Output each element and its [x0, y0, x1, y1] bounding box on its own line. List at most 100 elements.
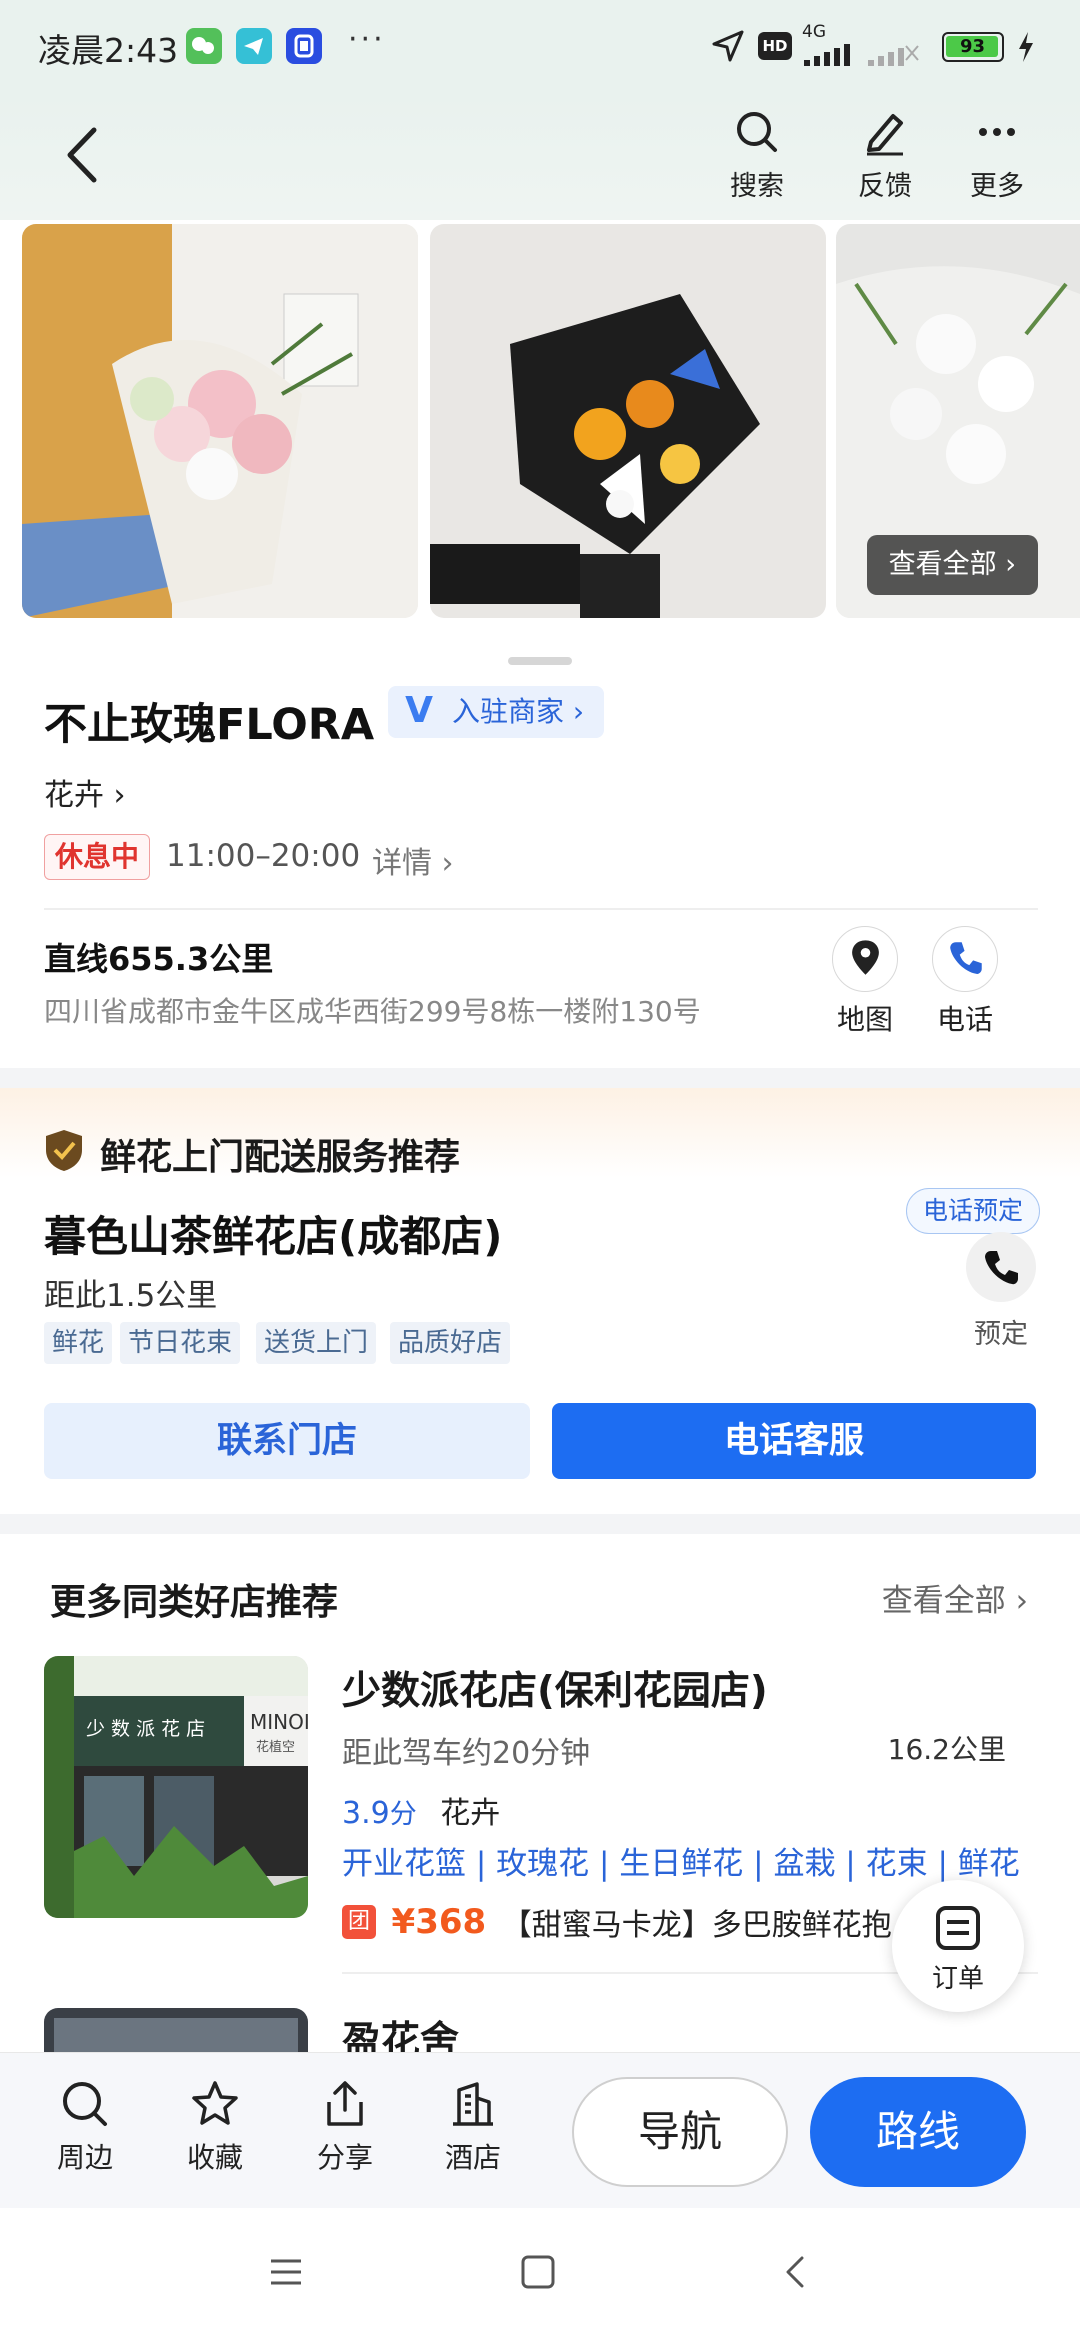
phone-icon [985, 1251, 1018, 1285]
shop-tag: 品质好店 [390, 1322, 511, 1364]
wechat-icon [186, 28, 222, 64]
app-notification-icon [286, 28, 322, 64]
recommend-title: 鲜花上门配送服务推荐 [100, 1137, 461, 1178]
telegram-icon [236, 28, 272, 64]
favorite-button[interactable]: 收藏 [160, 2078, 270, 2176]
view-all-photos-button[interactable]: 查看全部 › [866, 535, 1038, 595]
map-pin-icon [832, 926, 898, 992]
recommended-shop-distance: 距此1.5公里 [44, 1278, 218, 1314]
shop-thumbnail[interactable] [44, 2008, 308, 2052]
shop-tag: 送货上门 [256, 1322, 377, 1364]
place-address: 四川省成都市金牛区成华西街299号8栋一楼附130号 [44, 995, 701, 1028]
thumbnail-logo: MINOI [250, 1710, 308, 1734]
back-button[interactable] [58, 122, 108, 188]
shield-check-icon [44, 1128, 84, 1176]
search-icon [737, 112, 777, 152]
divider [44, 908, 1038, 910]
search-label: 搜索 [730, 171, 784, 202]
place-category[interactable]: 花卉 › [44, 770, 126, 814]
book-phone-button[interactable] [966, 1232, 1036, 1302]
hotel-building-icon [453, 2082, 493, 2126]
more-label: 更多 [970, 171, 1024, 202]
map-label: 地图 [836, 1003, 893, 1036]
menu-icon[interactable] [268, 2254, 304, 2294]
shop-tags: 开业花篮 | 玫瑰花 | 生日鲜花 | 盆栽 | 花束 | 鲜花 [342, 1846, 1020, 1882]
order-label: 订单 [931, 1964, 984, 1994]
shop-photo-2[interactable] [430, 224, 826, 618]
feedback-button[interactable]: 反馈 [840, 108, 930, 203]
navigate-button[interactable]: 导航 [572, 2077, 788, 2187]
charging-icon [1016, 30, 1036, 68]
verified-v-icon: V [405, 690, 433, 731]
star-icon [192, 2081, 238, 2125]
shop-drive-time: 距此驾车约20分钟 [342, 1736, 591, 1771]
straight-distance: 直线655.3公里 [44, 940, 274, 978]
phone-label: 电话 [936, 1003, 993, 1036]
shop-rating: 3.9分 花卉 [342, 1788, 500, 1832]
section-gap [0, 1068, 1080, 1088]
contact-store-button[interactable]: 联系门店 [44, 1403, 530, 1479]
hotel-button[interactable]: 酒店 [418, 2078, 528, 2176]
verified-label: 入驻商家 › [452, 695, 585, 728]
phone-icon [932, 926, 998, 992]
deal-price: ¥368 [391, 1902, 487, 1942]
drag-handle[interactable] [508, 657, 572, 665]
more-button[interactable]: 更多 [952, 108, 1042, 203]
thumbnail-logo-sub: 花植空 [256, 1740, 296, 1755]
more-shops-view-all[interactable]: 查看全部 › [882, 1575, 1028, 1620]
nearby-button[interactable]: 周边 [30, 2078, 140, 2176]
deal-title: 【甜蜜马卡龙】多巴胺鲜花抱 [501, 1908, 892, 1943]
share-button[interactable]: 分享 [290, 2078, 400, 2176]
map-button[interactable]: 地图 [832, 926, 898, 1038]
hotel-label: 酒店 [444, 2141, 501, 2174]
shop-tag: 节日花束 [120, 1322, 241, 1364]
place-name: 不止玫瑰FLORA [44, 700, 375, 750]
phone-button[interactable]: 电话 [932, 926, 998, 1038]
more-shops-title: 更多同类好店推荐 [50, 1582, 339, 1623]
nearby-label: 周边 [56, 2141, 113, 2174]
verified-merchant-badge[interactable]: V 入驻商家 › [388, 686, 605, 738]
network-type: 4G [802, 22, 826, 42]
pencil-icon [867, 114, 903, 156]
phone-booking-badge: 电话预定 [906, 1188, 1041, 1234]
share-label: 分享 [316, 2141, 373, 2174]
back-arrow-icon [67, 127, 97, 183]
hd-icon: HD [758, 32, 792, 60]
shop-name[interactable]: 盈花舍 [342, 2010, 459, 2052]
recommended-shop-name[interactable]: 暮色山茶鲜花店(成都店) [44, 1203, 502, 1264]
hours-detail-link[interactable]: 详情 › [372, 838, 454, 882]
favorite-label: 收藏 [186, 2141, 243, 2174]
share-icon [327, 2081, 363, 2126]
status-time: 凌晨2:43 [38, 31, 179, 70]
rating-unit: 分 [389, 1799, 417, 1830]
more-dots-icon [979, 128, 1015, 136]
shop-deal[interactable]: 团 ¥368 【甜蜜马卡龙】多巴胺鲜花抱 [342, 1900, 892, 1944]
feedback-label: 反馈 [858, 171, 912, 202]
shop-thumbnail[interactable]: 少 数 派 花 店 MINOI 花植空 [44, 1656, 308, 1918]
shop-distance: 16.2公里 [887, 1733, 1006, 1766]
opening-hours: 11:00–20:00 [166, 838, 361, 874]
status-badge: 休息中 [44, 834, 151, 880]
phone-service-button[interactable]: 电话客服 [552, 1403, 1036, 1479]
order-float-button[interactable]: 订单 [892, 1880, 1024, 2012]
thumbnail-sign: 少 数 派 花 店 [86, 1718, 206, 1740]
book-label: 预定 [974, 1319, 1028, 1350]
battery-level: 93 [959, 36, 986, 57]
home-square-icon[interactable] [520, 2254, 556, 2294]
location-arrow-icon [710, 28, 746, 68]
shop-name[interactable]: 少数派花店(保利花园店) [342, 1660, 768, 1716]
group-deal-icon: 团 [342, 1905, 376, 1939]
system-back-icon[interactable] [778, 2254, 814, 2294]
route-button[interactable]: 路线 [810, 2077, 1026, 2187]
status-more-dots: ··· [348, 22, 386, 57]
search-icon [63, 2082, 107, 2126]
rating-value: 3.9 [342, 1796, 390, 1831]
section-gap [0, 1514, 1080, 1534]
order-list-icon [936, 1906, 980, 1950]
signal-icon [802, 40, 922, 72]
shop-tag: 鲜花 [44, 1322, 113, 1364]
shop-category: 花卉 [440, 1796, 501, 1831]
battery-icon: 93 [942, 32, 1004, 62]
shop-photo-1[interactable] [22, 224, 418, 618]
search-button[interactable]: 搜索 [712, 108, 802, 203]
